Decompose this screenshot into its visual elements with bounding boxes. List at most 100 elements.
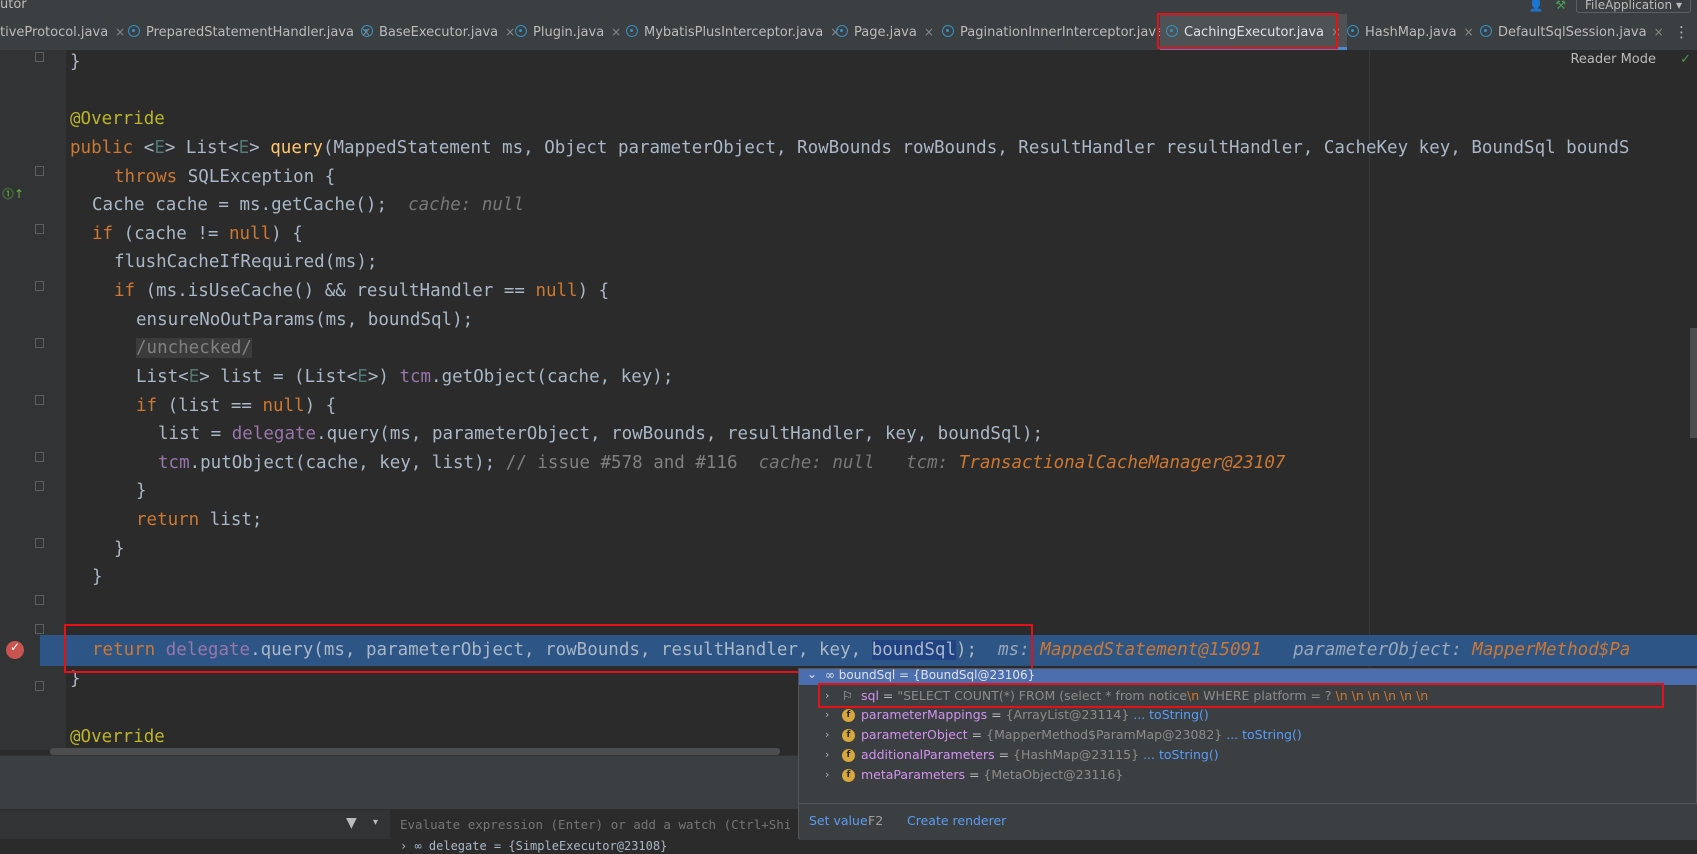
code-line[interactable]: tcm.putObject(cache, key, list); // issu… (158, 448, 1285, 479)
code-line[interactable]: } (136, 476, 147, 507)
close-icon[interactable]: × (611, 25, 621, 39)
code-line[interactable]: if (cache != null) { (92, 219, 303, 250)
code-line[interactable]: List<E> list = (List<E>) tcm.getObject(c… (136, 362, 673, 393)
tab-hashmap[interactable]: HashMap.java × (1347, 14, 1474, 50)
reader-mode-button[interactable]: Reader Mode (1570, 50, 1656, 70)
tree-row-metaparameters[interactable]: › f metaParameters = {MetaObject@23116} (799, 765, 1697, 785)
chevron-right-icon[interactable]: › (825, 705, 829, 725)
field-value: {HashMap@23115} (1013, 747, 1140, 762)
tab-paginationinnerinterceptor[interactable]: PaginationInnerInterceptor.java× (942, 14, 1181, 50)
code-line[interactable]: /unchecked/ (136, 333, 252, 364)
override-annotation: @Override (70, 109, 165, 129)
fold-marker[interactable] (35, 452, 44, 462)
code-line[interactable]: @Override (70, 722, 165, 750)
tab-baseexecutor[interactable]: BaseExecutor.java × (361, 14, 515, 50)
more-tabs-icon[interactable]: ⋮ (1674, 14, 1689, 50)
field-name: parameterObject (861, 727, 968, 742)
code-text: >) (367, 367, 400, 387)
code-text: > List< (164, 138, 239, 158)
close-icon[interactable]: × (505, 25, 515, 39)
code-line[interactable]: return list; (136, 505, 262, 536)
create-renderer-link[interactable]: Create renderer (907, 813, 1006, 828)
code-line[interactable]: list = delegate.query(ms, parameterObjec… (158, 419, 1043, 450)
close-icon[interactable]: × (1654, 25, 1664, 39)
build-hammer-icon[interactable]: ⚒ (1555, 0, 1566, 12)
close-icon[interactable]: × (1464, 25, 1474, 39)
filter-icon[interactable]: ▼ (346, 815, 357, 831)
fold-marker[interactable] (35, 681, 44, 691)
code-line[interactable]: public <E> List<E> query(MappedStatement… (70, 133, 1629, 164)
user-icon[interactable]: 👤 (1529, 0, 1544, 12)
fold-marker[interactable] (35, 481, 44, 491)
code-line[interactable]: flushCacheIfRequired(ms); (114, 247, 377, 278)
chevron-right-icon[interactable]: › (825, 745, 829, 765)
tree-row-parameterobject[interactable]: › f parameterObject = {MapperMethod$Para… (799, 725, 1697, 745)
evaluate-expression-input[interactable] (390, 809, 800, 839)
code-line[interactable]: } (114, 534, 125, 565)
inspection-ok-icon[interactable]: ✓ (1680, 50, 1691, 70)
run-config-selector[interactable]: FileApplication ▾ (1576, 0, 1691, 13)
inline-debug-value: MappedStatement@15091 (1040, 640, 1262, 660)
tab-tiveprotocol[interactable]: tiveProtocol.java × (0, 14, 125, 50)
code-line[interactable]: throws SQLException { (114, 162, 335, 193)
code-line[interactable]: @Override (70, 104, 165, 135)
code-text: (MappedStatement ms, Object parameterObj… (322, 138, 1630, 158)
tab-page[interactable]: Page.java × (836, 14, 934, 50)
chevron-right-icon[interactable]: › (825, 725, 829, 745)
code-line[interactable]: if (list == null) { (136, 391, 336, 422)
close-icon[interactable]: × (924, 25, 934, 39)
fold-marker[interactable] (35, 395, 44, 405)
fold-marker[interactable] (35, 595, 44, 605)
field-name: additionalParameters (861, 747, 995, 762)
code-type-param: E (188, 367, 200, 387)
field-value: {ArrayList@23114} (1005, 707, 1130, 722)
fold-marker[interactable] (35, 224, 44, 234)
tab-label: BaseExecutor.java (379, 25, 499, 40)
close-icon[interactable]: × (115, 25, 125, 39)
fold-marker[interactable] (35, 624, 44, 634)
code-text: ) { (304, 396, 337, 416)
debug-tabs (0, 783, 800, 809)
tab-mybatisplusinterceptor[interactable]: MybatisPlusInterceptor.java × (626, 14, 840, 50)
variable-delegate[interactable]: › ∞ delegate = {SimpleExecutor@23108} (400, 839, 667, 853)
tab-defaultsqlsession[interactable]: DefaultSqlSession.java × (1480, 14, 1664, 50)
class-icon (942, 25, 954, 37)
code-keyword: null (262, 396, 305, 416)
code-type-param: E (154, 138, 165, 158)
tostring-link[interactable]: ... toString() (1139, 747, 1219, 762)
code-text: } (70, 52, 81, 72)
tab-plugin[interactable]: Plugin.java × (515, 14, 621, 50)
field-entry: additionalParameters = {HashMap@23115} .… (861, 745, 1219, 765)
implements-method-icon[interactable]: ⓵↑ (2, 185, 24, 202)
tostring-link[interactable]: ... toString() (1222, 727, 1302, 742)
tree-row-additionalparameters[interactable]: › f additionalParameters = {HashMap@2311… (799, 745, 1697, 765)
tab-preparedstatementhandler[interactable]: PreparedStatementHandler.java × (128, 14, 371, 50)
horizontal-scrollbar[interactable] (50, 748, 780, 755)
code-line[interactable]: Cache cache = ms.getCache(); cache: null (92, 190, 524, 221)
tree-row-parametermappings[interactable]: › f parameterMappings = {ArrayList@23114… (799, 705, 1697, 725)
code-line[interactable]: ensureNoOutParams(ms, boundSql); (136, 305, 473, 336)
vertical-scrollbar[interactable] (1690, 328, 1697, 438)
set-value-link[interactable]: Set value (809, 813, 868, 828)
fold-marker[interactable] (35, 166, 44, 176)
tostring-link[interactable]: ... toString() (1129, 707, 1209, 722)
fold-marker[interactable] (35, 538, 44, 548)
code-keyword: if (114, 281, 136, 301)
chevron-right-icon[interactable]: › (825, 765, 829, 785)
field-icon: f (842, 769, 855, 782)
code-line[interactable]: } (92, 562, 103, 593)
code-field: delegate (231, 424, 317, 444)
breakpoint-icon[interactable] (6, 640, 24, 659)
field-value: {MetaObject@23116} (983, 767, 1124, 782)
fold-marker[interactable] (35, 281, 44, 291)
tab-label: MybatisPlusInterceptor.java (644, 25, 824, 40)
code-line[interactable]: } (70, 50, 81, 78)
field-icon: f (842, 729, 855, 742)
chevron-down-icon[interactable]: ▾ (373, 817, 378, 828)
code-line[interactable]: if (ms.isUseCache() && resultHandler == … (114, 276, 609, 307)
fold-marker[interactable] (35, 338, 44, 348)
chevron-down-icon[interactable]: ⌄ (807, 667, 817, 681)
code-text: List< (136, 367, 189, 387)
fold-marker[interactable] (35, 52, 44, 62)
code-text: ) { (271, 224, 303, 244)
